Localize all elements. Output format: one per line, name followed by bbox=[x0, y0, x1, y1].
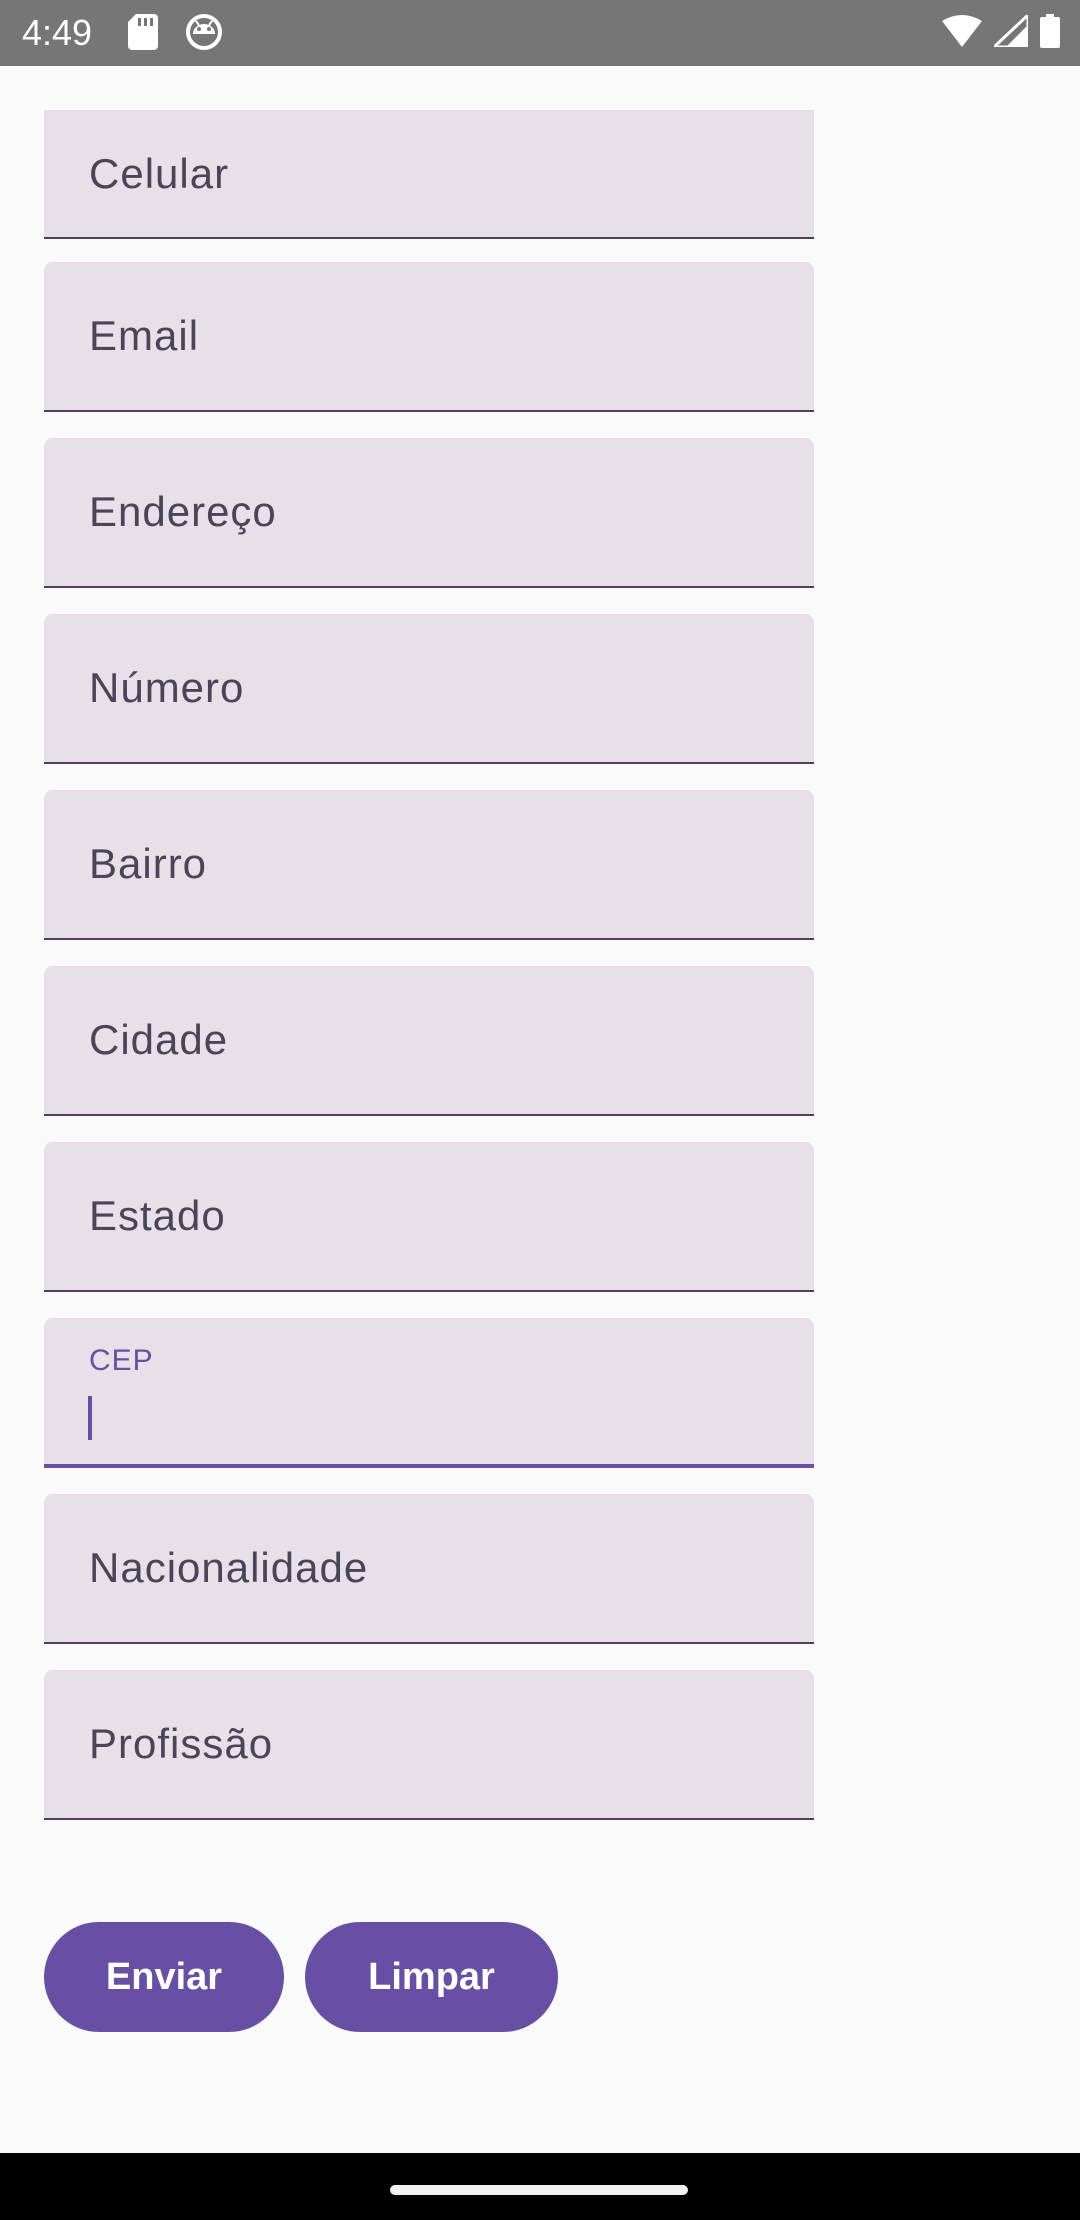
text-cursor bbox=[88, 1396, 92, 1440]
profissao-field[interactable]: Profissão bbox=[44, 1670, 814, 1820]
endereco-field[interactable]: Endereço bbox=[44, 438, 814, 588]
status-bar: 4:49 bbox=[0, 0, 1080, 66]
endereco-label: Endereço bbox=[89, 488, 277, 535]
enviar-button[interactable]: Enviar bbox=[44, 1922, 284, 2032]
nacionalidade-label: Nacionalidade bbox=[89, 1544, 369, 1591]
signal-icon bbox=[990, 11, 1030, 52]
cep-field[interactable]: CEP bbox=[44, 1318, 814, 1468]
cidade-label: Cidade bbox=[89, 1016, 229, 1063]
cidade-field[interactable]: Cidade bbox=[44, 966, 814, 1116]
navigation-bar bbox=[0, 2153, 1080, 2220]
numero-field[interactable]: Número bbox=[44, 614, 814, 764]
numero-label: Número bbox=[89, 664, 245, 711]
cep-label: CEP bbox=[89, 1344, 154, 1377]
status-time: 4:49 bbox=[22, 12, 93, 53]
home-handle[interactable] bbox=[390, 2185, 688, 2195]
limpar-button[interactable]: Limpar bbox=[305, 1922, 558, 2032]
estado-field[interactable]: Estado bbox=[44, 1142, 814, 1292]
estado-label: Estado bbox=[89, 1192, 226, 1239]
bairro-label: Bairro bbox=[89, 840, 208, 887]
nacionalidade-field[interactable]: Nacionalidade bbox=[44, 1494, 814, 1644]
android-icon bbox=[186, 14, 222, 55]
celular-label: Celular bbox=[89, 149, 230, 197]
email-field[interactable]: Email bbox=[44, 262, 814, 412]
sd-card-icon bbox=[128, 14, 158, 55]
bairro-field[interactable]: Bairro bbox=[44, 790, 814, 940]
email-label: Email bbox=[89, 312, 200, 359]
status-icons bbox=[942, 11, 1060, 54]
celular-field[interactable]: Celular bbox=[44, 110, 814, 239]
profissao-label: Profissão bbox=[89, 1720, 274, 1767]
wifi-icon bbox=[942, 14, 982, 52]
battery-icon bbox=[1040, 13, 1060, 53]
